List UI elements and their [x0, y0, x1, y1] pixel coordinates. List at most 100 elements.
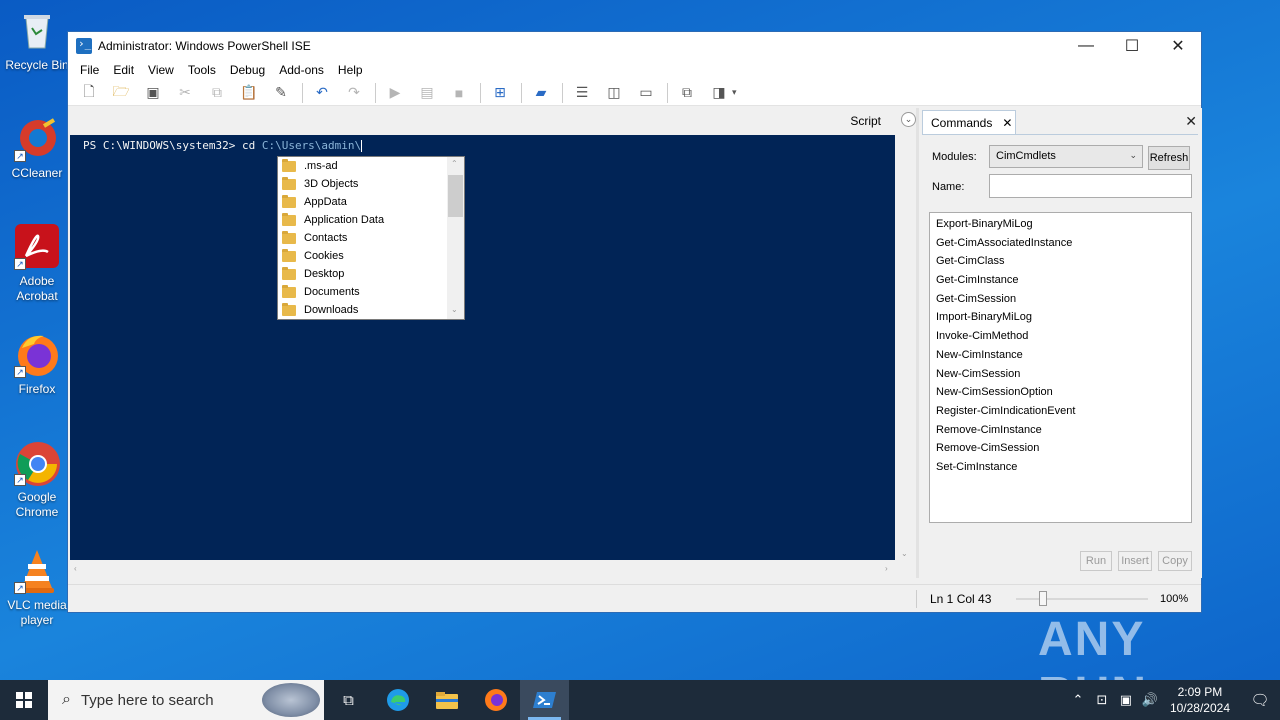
autocomplete-item[interactable]: Documents [278, 283, 464, 301]
command-item[interactable]: Remove-CimInstance [930, 421, 1191, 440]
clear-console-icon[interactable]: ✎ [270, 82, 292, 104]
copy-button[interactable]: Copy [1158, 551, 1192, 571]
show-script-right-icon[interactable]: ◫ [603, 82, 625, 104]
show-command-addon-icon[interactable]: ◨ [708, 82, 730, 104]
taskbar-search[interactable]: ⌕ Type here to search [48, 680, 324, 720]
new-file-icon[interactable]: 🗋 [78, 82, 100, 104]
command-item[interactable]: Register-CimIndicationEvent [930, 402, 1191, 421]
menu-add-ons[interactable]: Add-ons [272, 63, 331, 77]
autocomplete-scrollbar[interactable]: ⌃ ⌄ [447, 157, 464, 319]
command-item[interactable]: Set-CimInstance [930, 458, 1191, 477]
refresh-button[interactable]: Refresh [1148, 146, 1190, 170]
run-button[interactable]: Run [1080, 551, 1112, 571]
toolbar-overflow-icon[interactable]: ▾ [732, 87, 737, 98]
scroll-down-icon[interactable]: ⌄ [901, 549, 908, 558]
command-item[interactable]: Get-CimAssociatedInstance [930, 234, 1191, 253]
run-script-icon[interactable]: ▶ [384, 82, 406, 104]
open-folder-icon[interactable]: 🗁 [110, 82, 132, 104]
desktop-icon-label: Google Chrome [15, 490, 59, 519]
clock[interactable]: 2:09 PM 10/28/2024 [1170, 684, 1230, 716]
folder-icon [282, 248, 296, 262]
start-button[interactable] [0, 680, 48, 720]
autocomplete-item[interactable]: AppData [278, 193, 464, 211]
autocomplete-item[interactable]: Downloads [278, 301, 464, 319]
command-item[interactable]: Export-BinaryMiLog [930, 215, 1191, 234]
command-item[interactable]: Get-CimInstance [930, 271, 1191, 290]
autocomplete-item[interactable]: 3D Objects [278, 175, 464, 193]
command-item[interactable]: Get-CimSession [930, 290, 1191, 309]
network-status-icon[interactable]: ⊡ [1090, 692, 1114, 708]
command-item[interactable]: Import-BinaryMiLog [930, 308, 1191, 327]
show-command-window-icon[interactable]: ⧉ [676, 82, 698, 104]
redo-icon[interactable]: ↷ [343, 82, 365, 104]
desktop-icon-firefox[interactable]: ↗ Firefox [0, 332, 74, 397]
autocomplete-item[interactable]: Cookies [278, 247, 464, 265]
insert-button[interactable]: Insert [1118, 551, 1152, 571]
close-tab-icon[interactable]: ✕ [1002, 116, 1012, 130]
taskbar-powershell-ise[interactable] [520, 680, 569, 720]
task-view-button[interactable]: ⧉ [324, 680, 373, 720]
cut-icon[interactable]: ✂ [174, 82, 196, 104]
desktop-icon-google-chrome[interactable]: ↗ Google Chrome [0, 440, 74, 520]
desktop-icon-adobe-acrobat[interactable]: ↗ Adobe Acrobat [0, 224, 74, 304]
desktop-icon-vlc[interactable]: ↗ VLC media player [0, 548, 74, 628]
zoom-slider[interactable] [1016, 598, 1148, 600]
menu-file[interactable]: File [73, 63, 106, 77]
remote-powershell-icon[interactable]: ⊞ [489, 82, 511, 104]
show-script-top-icon[interactable]: ☰ [571, 82, 593, 104]
start-powershell-icon[interactable]: ▰ [530, 82, 552, 104]
command-item[interactable]: Invoke-CimMethod [930, 327, 1191, 346]
taskbar-firefox[interactable] [471, 680, 520, 720]
command-item[interactable]: New-CimInstance [930, 346, 1191, 365]
taskbar-edge[interactable] [373, 680, 422, 720]
chevron-up-icon[interactable]: ⌃ [1066, 692, 1090, 708]
command-item[interactable]: Remove-CimSession [930, 439, 1191, 458]
name-field[interactable] [989, 174, 1192, 198]
scrollbar-thumb[interactable] [448, 175, 463, 217]
desktop-icon-recycle-bin[interactable]: Recycle Bin [0, 8, 74, 73]
commands-list[interactable]: Export-BinaryMiLog Get-CimAssociatedInst… [929, 212, 1192, 523]
run-selection-icon[interactable]: ▤ [416, 82, 438, 104]
close-pane-icon[interactable]: ✕ [1185, 113, 1197, 130]
network-icon[interactable]: ▣ [1114, 692, 1138, 708]
zoom-slider-thumb[interactable] [1039, 591, 1047, 606]
autocomplete-item[interactable]: Application Data [278, 211, 464, 229]
pane-splitter[interactable] [916, 108, 919, 578]
console-vertical-scrollbar[interactable]: ⌄ [896, 135, 914, 560]
command-item[interactable]: Get-CimClass [930, 252, 1191, 271]
menu-help[interactable]: Help [331, 63, 370, 77]
stop-icon[interactable]: ■ [448, 82, 470, 104]
console-pane[interactable]: PS C:\WINDOWS\system32> cd C:\Users\admi… [70, 135, 895, 560]
script-label[interactable]: Script [850, 114, 881, 128]
taskbar-file-explorer[interactable] [422, 680, 471, 720]
tab-commands[interactable]: Commands ✕ [922, 110, 1016, 134]
scroll-down-icon[interactable]: ⌄ [451, 305, 458, 314]
show-script-maximized-icon[interactable]: ▭ [635, 82, 657, 104]
save-icon[interactable]: ▣ [142, 82, 164, 104]
undo-icon[interactable]: ↶ [311, 82, 333, 104]
maximize-button[interactable]: ☐ [1109, 32, 1155, 60]
command-item[interactable]: New-CimSession [930, 365, 1191, 384]
autocomplete-item[interactable]: .ms-ad [278, 157, 464, 175]
scroll-up-icon[interactable]: ⌃ [451, 159, 458, 168]
autocomplete-item[interactable]: Contacts [278, 229, 464, 247]
console-horizontal-scrollbar[interactable]: ‹ › [70, 561, 895, 578]
command-item[interactable]: New-CimSessionOption [930, 383, 1191, 402]
menu-debug[interactable]: Debug [223, 63, 272, 77]
autocomplete-item[interactable]: Desktop [278, 265, 464, 283]
notifications-icon[interactable]: 🗨 [1240, 691, 1280, 709]
menu-view[interactable]: View [141, 63, 181, 77]
desktop-icon-ccleaner[interactable]: ↗ CCleaner [0, 116, 74, 181]
copy-icon[interactable]: ⧉ [206, 82, 228, 104]
minimize-button[interactable]: — [1063, 32, 1109, 60]
volume-icon[interactable]: 🔊 [1138, 692, 1162, 708]
menu-edit[interactable]: Edit [106, 63, 141, 77]
scroll-right-icon[interactable]: › [885, 564, 888, 573]
menu-tools[interactable]: Tools [181, 63, 223, 77]
close-button[interactable]: ✕ [1155, 32, 1201, 60]
scroll-left-icon[interactable]: ‹ [74, 564, 77, 573]
modules-select[interactable]: CimCmdlets ⌄ [989, 145, 1143, 168]
paste-icon[interactable]: 📋 [238, 82, 260, 104]
script-expand-icon[interactable]: ⌄ [901, 112, 916, 127]
title-bar[interactable]: Administrator: Windows PowerShell ISE — … [68, 32, 1201, 60]
